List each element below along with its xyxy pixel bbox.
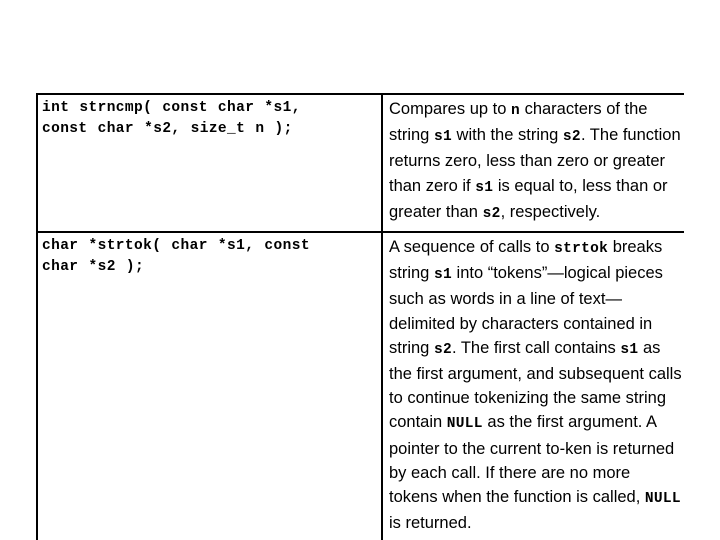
inline-code: s1 — [433, 129, 452, 146]
inline-code: s1 — [433, 267, 452, 284]
inline-code: n — [510, 103, 520, 119]
function-prototype-strtok: char *strtok( char *s1, const char *s2 ); — [42, 238, 310, 276]
table-row: char *strtok( char *s1, const char *s2 );… — [36, 231, 684, 540]
slide-canvas: int strncmp( const char *s1, const char *… — [0, 0, 720, 540]
function-description-strncmp: Compares up to n characters of the strin… — [389, 100, 681, 222]
inline-code: s2 — [482, 205, 501, 222]
inline-code: s2 — [433, 341, 452, 358]
description-cell-strtok: A sequence of calls to strtok breaks str… — [381, 231, 684, 540]
function-prototype-strncmp: int strncmp( const char *s1, const char *… — [42, 100, 301, 137]
table-row: int strncmp( const char *s1, const char *… — [36, 93, 684, 234]
function-reference-table: int strncmp( const char *s1, const char *… — [36, 93, 684, 540]
description-cell-strncmp: Compares up to n characters of the strin… — [381, 93, 684, 234]
inline-code: s1 — [620, 341, 639, 358]
inline-code: NULL — [644, 491, 681, 508]
inline-code: s2 — [562, 129, 581, 146]
function-reference-table-container: int strncmp( const char *s1, const char *… — [36, 93, 684, 540]
inline-code: s1 — [475, 179, 494, 196]
table-body: int strncmp( const char *s1, const char *… — [36, 93, 684, 540]
inline-code: NULL — [446, 416, 483, 433]
function-description-strtok: A sequence of calls to strtok breaks str… — [389, 238, 682, 533]
prototype-cell-strtok: char *strtok( char *s1, const char *s2 ); — [36, 231, 383, 540]
prototype-cell-strncmp: int strncmp( const char *s1, const char *… — [36, 93, 383, 234]
inline-code: strtok — [554, 241, 609, 258]
